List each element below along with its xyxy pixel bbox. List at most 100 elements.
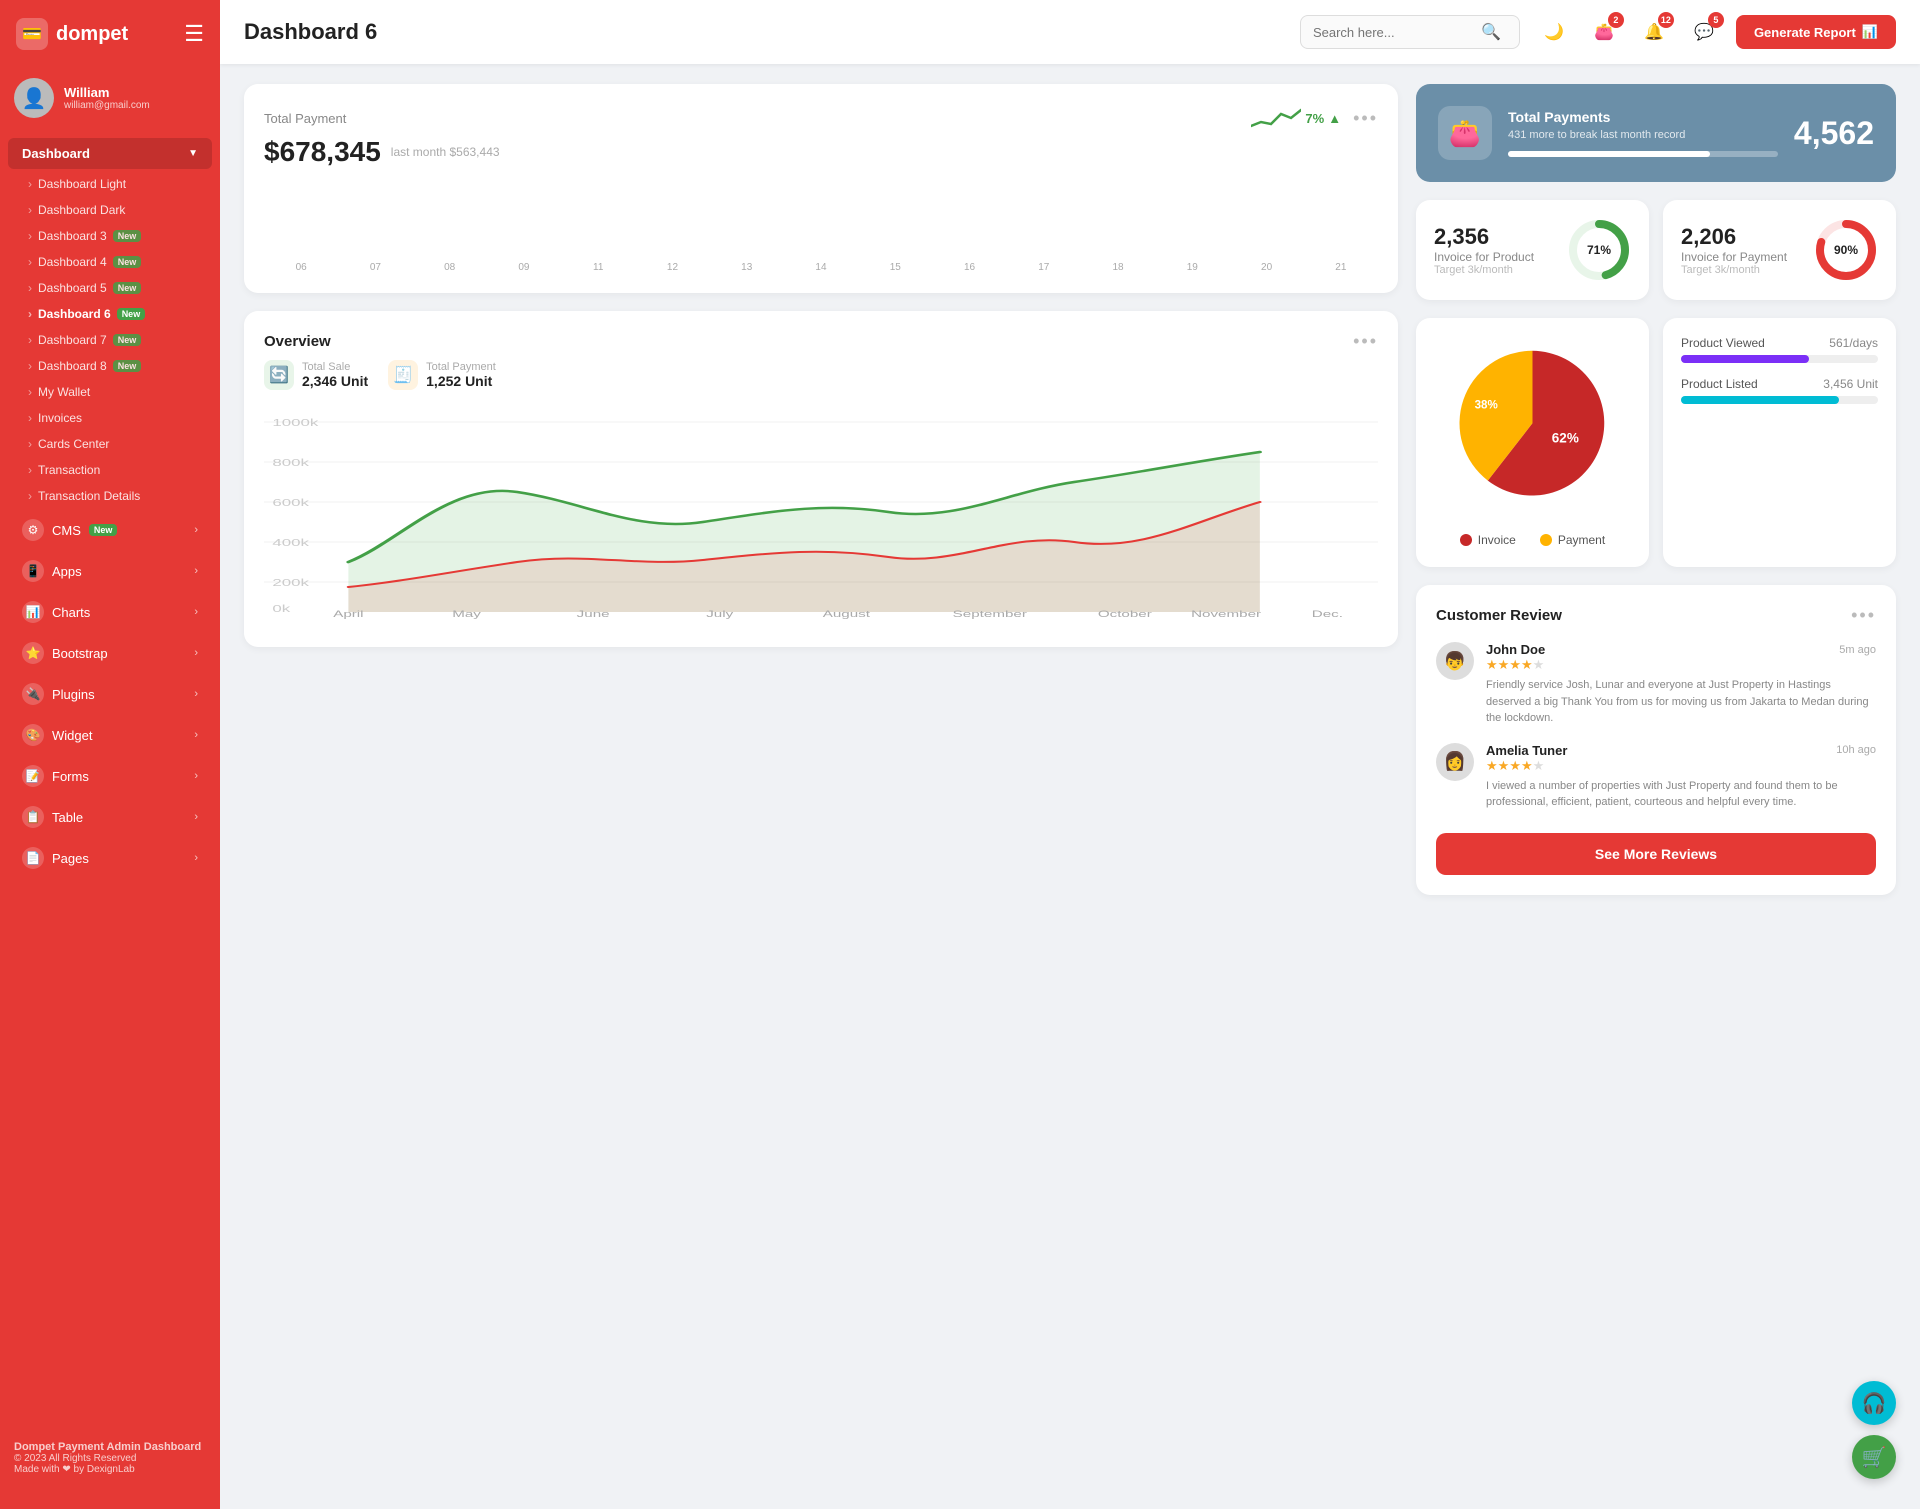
svg-text:1000k: 1000k: [272, 417, 318, 429]
pie-legend-invoice: Invoice: [1460, 533, 1516, 547]
invoice-product-label: Invoice for Product: [1434, 250, 1534, 264]
product-listed-progress: [1681, 396, 1878, 404]
reviews-list: 👦 John Doe 5m ago ★★★★★ Friendly service…: [1436, 642, 1876, 811]
footer-title: Dompet Payment Admin Dashboard: [14, 1441, 206, 1453]
bar-chart: [264, 178, 1378, 258]
review-item: 👩 Amelia Tuner 10h ago ★★★★★ I viewed a …: [1436, 743, 1876, 811]
reviewer-avatar: 👦: [1436, 642, 1474, 680]
main-area: Dashboard 6 🔍 🌙 👛 2 🔔 12 💬 5 Generate Re: [220, 0, 1920, 1509]
sidebar-menu-table[interactable]: 📋 Table ›: [8, 797, 212, 837]
tpb-number: 4,562: [1794, 115, 1874, 152]
dashboard-menu-header[interactable]: Dashboard ▼: [8, 138, 212, 169]
svg-text:62%: 62%: [1552, 430, 1579, 445]
topbar: Dashboard 6 🔍 🌙 👛 2 🔔 12 💬 5 Generate Re: [220, 0, 1920, 64]
reviewer-name: Amelia Tuner: [1486, 743, 1567, 758]
chat-button[interactable]: 💬 5: [1686, 14, 1722, 50]
dark-mode-button[interactable]: 🌙: [1536, 14, 1572, 50]
sidebar-menu-apps[interactable]: 📱 Apps ›: [8, 551, 212, 591]
svg-text:400k: 400k: [272, 537, 309, 549]
more-options-button[interactable]: •••: [1353, 108, 1378, 129]
svg-text:May: May: [452, 609, 482, 619]
product-viewed-label: Product Viewed: [1681, 336, 1765, 350]
review-more-button[interactable]: •••: [1851, 605, 1876, 626]
product-listed-row: Product Listed 3,456 Unit: [1681, 377, 1878, 404]
sidebar-item-dashboard-5[interactable]: › Dashboard 5 New: [0, 275, 220, 301]
logo-icon: 💳: [16, 18, 48, 50]
sidebar-logo[interactable]: 💳 dompet: [16, 18, 128, 50]
svg-text:0k: 0k: [272, 603, 290, 615]
see-more-reviews-button[interactable]: See More Reviews: [1436, 833, 1876, 875]
bell-badge: 12: [1658, 12, 1674, 28]
search-input[interactable]: [1313, 25, 1473, 40]
pie-legend-payment: Payment: [1540, 533, 1605, 547]
product-viewed-row: Product Viewed 561/days: [1681, 336, 1878, 363]
payment-dot: [1540, 534, 1552, 546]
overview-more-button[interactable]: •••: [1353, 331, 1378, 352]
hamburger-button[interactable]: ☰: [184, 21, 204, 47]
review-item: 👦 John Doe 5m ago ★★★★★ Friendly service…: [1436, 642, 1876, 727]
customer-review-card: Customer Review ••• 👦 John Doe 5m ago ★★…: [1416, 585, 1896, 895]
svg-text:November: November: [1191, 609, 1261, 619]
sidebar-item-my-wallet[interactable]: › My Wallet: [0, 379, 220, 405]
area-chart: 1000k 800k 600k 400k 200k 0k April: [264, 402, 1378, 622]
invoice-product-number: 2,356: [1434, 224, 1534, 250]
reviewer-name: John Doe: [1486, 642, 1545, 657]
chart-icon: 📊: [1862, 24, 1878, 40]
svg-text:July: July: [706, 609, 734, 619]
legend-total-sale: 🔄 Total Sale 2,346 Unit: [264, 360, 368, 390]
invoice-payment-label: Invoice for Payment: [1681, 250, 1787, 264]
sidebar-menu-cms[interactable]: ⚙ CMS New ›: [8, 510, 212, 550]
product-viewed-value: 561/days: [1829, 336, 1878, 350]
invoice-product-target: Target 3k/month: [1434, 264, 1534, 276]
sidebar-menu-plugins[interactable]: 🔌 Plugins ›: [8, 674, 212, 714]
pie-legend: Invoice Payment: [1436, 533, 1629, 547]
svg-text:June: June: [577, 609, 610, 619]
invoice-payment-donut: 90%: [1814, 218, 1878, 282]
sidebar-item-dashboard-3[interactable]: › Dashboard 3 New: [0, 223, 220, 249]
sidebar-item-dashboard-7[interactable]: › Dashboard 7 New: [0, 327, 220, 353]
content-area: Total Payment 7% ▲ •••: [220, 64, 1920, 1509]
reviewer-info: John Doe 5m ago ★★★★★ Friendly service J…: [1486, 642, 1876, 727]
sidebar-item-transaction-details[interactable]: › Transaction Details: [0, 483, 220, 509]
sidebar-menu-charts[interactable]: 📊 Charts ›: [8, 592, 212, 632]
avatar: 👤: [14, 78, 54, 118]
green-dot: 🔄: [264, 360, 294, 390]
sidebar-item-dashboard-8[interactable]: › Dashboard 8 New: [0, 353, 220, 379]
tpb-progress-bar: [1508, 151, 1778, 157]
pie-chart: 62% 38%: [1436, 338, 1629, 518]
notifications-button[interactable]: 🔔 12: [1636, 14, 1672, 50]
search-icon: 🔍: [1481, 22, 1501, 42]
wallet-button[interactable]: 👛 2: [1586, 14, 1622, 50]
search-bar[interactable]: 🔍: [1300, 15, 1520, 49]
sidebar-menu-forms[interactable]: 📝 Forms ›: [8, 756, 212, 796]
svg-text:October: October: [1098, 609, 1152, 619]
svg-text:Dec.: Dec.: [1312, 609, 1343, 619]
invoice-payment-number: 2,206: [1681, 224, 1787, 250]
product-listed-value: 3,456 Unit: [1823, 377, 1878, 391]
sidebar-item-dashboard-light[interactable]: › Dashboard Light: [0, 171, 220, 197]
sidebar-menu-bootstrap[interactable]: ⭐ Bootstrap ›: [8, 633, 212, 673]
cart-button[interactable]: 🛒: [1852, 1435, 1896, 1479]
sidebar-item-invoices[interactable]: › Invoices: [0, 405, 220, 431]
tpb-sub: 431 more to break last month record: [1508, 129, 1778, 141]
floating-buttons: 🎧 🛒: [1852, 1381, 1896, 1479]
total-amount: $678,345 last month $563,443: [264, 136, 1378, 168]
support-button[interactable]: 🎧: [1852, 1381, 1896, 1425]
sidebar-item-transaction[interactable]: › Transaction: [0, 457, 220, 483]
reviewer-avatar: 👩: [1436, 743, 1474, 781]
reviewer-info: Amelia Tuner 10h ago ★★★★★ I viewed a nu…: [1486, 743, 1876, 811]
sidebar-item-dashboard-6[interactable]: › Dashboard 6 New: [0, 301, 220, 327]
product-viewed-fill: [1681, 355, 1809, 363]
sidebar-menu-pages[interactable]: 📄 Pages ›: [8, 838, 212, 878]
review-time: 5m ago: [1839, 644, 1876, 656]
footer-made-by: Made with ❤ by DexignLab: [14, 1464, 206, 1475]
sidebar-item-dashboard-4[interactable]: › Dashboard 4 New: [0, 249, 220, 275]
sidebar-item-cards-center[interactable]: › Cards Center: [0, 431, 220, 457]
sidebar-item-dashboard-dark[interactable]: › Dashboard Dark: [0, 197, 220, 223]
generate-report-button[interactable]: Generate Report 📊: [1736, 15, 1896, 49]
sidebar-menu-widget[interactable]: 🎨 Widget ›: [8, 715, 212, 755]
overview-card: Overview ••• 🔄 Total Sale 2,346 Unit: [244, 311, 1398, 647]
sidebar-nav: Dashboard ▼ › Dashboard Light› Dashboard…: [0, 136, 220, 1427]
svg-text:August: August: [823, 609, 871, 619]
invoice-dot: [1460, 534, 1472, 546]
